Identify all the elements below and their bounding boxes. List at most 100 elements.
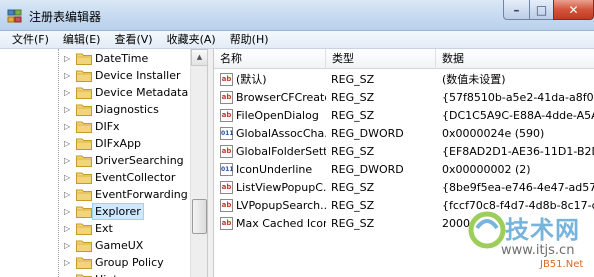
- minimize-icon: –: [513, 2, 520, 17]
- expand-arrow-icon[interactable]: ▷: [64, 206, 73, 217]
- folder-icon: [76, 274, 92, 277]
- menu-edit[interactable]: 编辑(E): [56, 31, 108, 49]
- value-data: 0x00000002 (2): [442, 163, 531, 176]
- tree-item-label: Ext: [95, 222, 113, 235]
- menu-view[interactable]: 查看(V): [107, 31, 159, 49]
- tree-item[interactable]: ▷ DateTime: [0, 50, 190, 67]
- tree-item[interactable]: ▷ Diagnostics: [0, 101, 190, 118]
- value-type: REG_SZ: [331, 181, 375, 194]
- string-value-icon: ab: [220, 73, 233, 86]
- value-name: LVPopupSearch...: [236, 199, 326, 212]
- tree-item[interactable]: ▷ Device Installer: [0, 67, 190, 84]
- expand-arrow-icon[interactable]: ▷: [64, 121, 73, 132]
- window-title: 注册表编辑器: [29, 10, 102, 24]
- expand-arrow-icon[interactable]: ▷: [64, 172, 73, 183]
- registry-value-row[interactable]: ab BrowserCFCreator REG_SZ {57f8510b-a5e2-4…: [214, 89, 594, 107]
- tree-item[interactable]: ▷ Explorer: [0, 203, 190, 220]
- folder-icon: [76, 257, 92, 269]
- registry-key-tree[interactable]: ▷ DateTime ▷ Device Installer ▷ Device Metada…: [0, 49, 208, 277]
- column-header-type[interactable]: 类型: [326, 49, 436, 69]
- value-name: Max Cached Icons: [236, 217, 326, 230]
- expand-arrow-icon[interactable]: ▷: [64, 104, 73, 115]
- expand-arrow-icon[interactable]: ▷: [64, 257, 73, 268]
- maximize-button[interactable]: □: [529, 0, 554, 20]
- folder-icon: [76, 155, 92, 167]
- folder-icon: [76, 121, 92, 133]
- close-icon: ✕: [568, 2, 579, 17]
- folder-icon: [76, 240, 92, 252]
- tree-item[interactable]: ▷ EventForwarding: [0, 186, 190, 203]
- value-type: REG_DWORD: [331, 127, 404, 140]
- tree-item-label: DIFxApp: [95, 137, 142, 150]
- tree-item[interactable]: ▷ Device Metadata: [0, 84, 190, 101]
- value-data: 0x0000024e (590): [442, 127, 545, 140]
- close-button[interactable]: ✕: [553, 0, 594, 20]
- folder-icon: [76, 206, 92, 218]
- folder-icon: [76, 189, 92, 201]
- value-type: REG_SZ: [331, 91, 375, 104]
- tree-item-label: DateTime: [95, 52, 149, 65]
- string-value-icon: ab: [220, 145, 233, 158]
- tree-item[interactable]: ▷ DIFx: [0, 118, 190, 135]
- tree-item[interactable]: ▷ GameUX: [0, 237, 190, 254]
- tree-item-label: Group Policy: [95, 256, 164, 269]
- registry-value-row[interactable]: ab (默认) REG_SZ (数值未设置): [214, 71, 594, 89]
- string-value-icon: ab: [220, 199, 233, 212]
- expand-arrow-icon[interactable]: ▷: [64, 223, 73, 234]
- value-data: (数值未设置): [442, 73, 506, 86]
- minimize-button[interactable]: –: [503, 0, 530, 20]
- menu-bar: 文件(F) 编辑(E) 查看(V) 收藏夹(A) 帮助(H): [0, 31, 594, 49]
- tree-item[interactable]: ▷Hints: [0, 271, 190, 277]
- menu-help[interactable]: 帮助(H): [223, 31, 276, 49]
- expand-arrow-icon[interactable]: ▷: [64, 155, 73, 166]
- column-header-data[interactable]: 数据: [436, 49, 594, 69]
- value-name: BrowserCFCreator: [236, 91, 326, 104]
- expand-arrow-icon[interactable]: ▷: [64, 87, 73, 98]
- string-value-icon: ab: [220, 217, 233, 230]
- menu-file[interactable]: 文件(F): [0, 31, 56, 49]
- value-type: REG_SZ: [331, 217, 375, 230]
- value-data: {EF8AD2D1-AE36-11D1-B2D2-0: [442, 145, 594, 158]
- menu-favorites[interactable]: 收藏夹(A): [160, 31, 223, 49]
- tree-item-label: EventCollector: [95, 171, 176, 184]
- folder-icon: [76, 104, 92, 116]
- tree-item[interactable]: ▷ Ext: [0, 220, 190, 237]
- tree-item[interactable]: ▷ DIFxApp: [0, 135, 190, 152]
- value-type: REG_SZ: [331, 109, 375, 122]
- value-name: IconUnderline: [236, 163, 313, 176]
- registry-value-row[interactable]: 011 GlobalAssocCha... REG_DWORD 0x0000024e …: [214, 125, 594, 143]
- tree-item[interactable]: ▷ EventCollector: [0, 169, 190, 186]
- value-type: REG_SZ: [331, 145, 375, 158]
- registry-value-row[interactable]: ab ListViewPopupC... REG_SZ {8be9f5ea-e746-…: [214, 179, 594, 197]
- tree-vertical-scrollbar[interactable]: ▲: [190, 49, 207, 277]
- tree-item-label: DriverSearching: [95, 154, 184, 167]
- value-data: {57f8510b-a5e2-41da-a8f0-8a5: [442, 91, 594, 104]
- value-type: REG_SZ: [331, 199, 375, 212]
- scroll-up-arrow-icon[interactable]: ▲: [191, 49, 207, 66]
- value-name: GlobalAssocCha...: [236, 127, 326, 140]
- tree-item[interactable]: ▷ Group Policy: [0, 254, 190, 271]
- registry-value-row[interactable]: 011 IconUnderline REG_DWORD 0x00000002 (2): [214, 161, 594, 179]
- tree-item-label: GameUX: [95, 239, 144, 252]
- expand-arrow-icon[interactable]: ▷: [64, 70, 73, 81]
- registry-value-row[interactable]: abGlobalFolderSett... REG_SZ {EF8AD2D1-AE3…: [214, 143, 594, 161]
- value-data: {DC1C5A9C-E88A-4dde-A5A1-: [442, 109, 594, 122]
- tree-item-label: Diagnostics: [95, 103, 159, 116]
- value-type: REG_DWORD: [331, 163, 404, 176]
- folder-icon: [76, 172, 92, 184]
- title-bar: 注册表编辑器 – □ ✕: [0, 0, 594, 31]
- folder-icon: [76, 70, 92, 82]
- tree-item[interactable]: ▷ DriverSearching: [0, 152, 190, 169]
- registry-value-row[interactable]: ab FileOpenDialog REG_SZ {DC1C5A9C-E88A-4dd…: [214, 107, 594, 125]
- regedit-app-icon: [7, 9, 22, 23]
- column-header-name[interactable]: 名称: [214, 49, 326, 69]
- expand-arrow-icon[interactable]: ▷: [64, 189, 73, 200]
- expand-arrow-icon[interactable]: ▷: [64, 53, 73, 64]
- folder-icon: [76, 87, 92, 99]
- tree-item-label: DIFx: [95, 120, 120, 133]
- scrollbar-thumb[interactable]: [192, 199, 207, 234]
- expand-arrow-icon[interactable]: ▷: [64, 240, 73, 251]
- string-value-icon: ab: [220, 181, 233, 194]
- maximize-icon: □: [535, 2, 548, 17]
- expand-arrow-icon[interactable]: ▷: [64, 138, 73, 149]
